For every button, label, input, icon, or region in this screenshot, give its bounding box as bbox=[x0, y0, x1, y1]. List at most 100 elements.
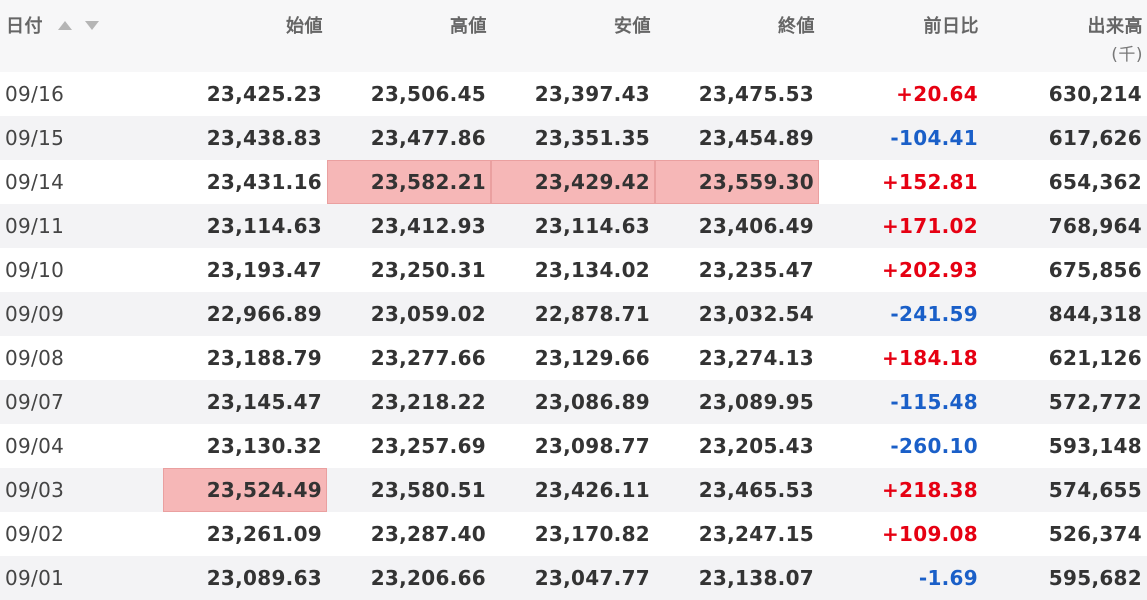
cell-high: 23,206.66 bbox=[370, 566, 486, 590]
cell-low: 23,134.02 bbox=[534, 258, 650, 282]
cell-open: 23,438.83 bbox=[206, 126, 322, 150]
cell-open: 23,524.49 bbox=[163, 468, 327, 512]
cell-close: 23,138.07 bbox=[698, 566, 814, 590]
cell-volume: 593,148 bbox=[1048, 434, 1142, 458]
cell-open: 23,188.79 bbox=[206, 346, 322, 370]
cell-date: 09/15 bbox=[5, 126, 65, 150]
table-row: 09/01 23,089.63 23,206.66 23,047.77 23,138.0… bbox=[0, 556, 1147, 600]
cell-low: 23,114.63 bbox=[534, 214, 650, 238]
cell-high: 23,059.02 bbox=[370, 302, 486, 326]
cell-date: 09/14 bbox=[5, 170, 65, 194]
cell-change: +171.02 bbox=[881, 214, 978, 238]
cell-date: 09/16 bbox=[5, 82, 65, 106]
sort-ascending-icon[interactable] bbox=[57, 21, 72, 30]
cell-change: +109.08 bbox=[881, 522, 978, 546]
table-row: 09/02 23,261.09 23,287.40 23,170.82 23,247.1… bbox=[0, 512, 1147, 556]
cell-date: 09/04 bbox=[5, 434, 65, 458]
cell-change: +218.38 bbox=[881, 478, 978, 502]
table-row: 09/11 23,114.63 23,412.93 23,114.63 23,406.4… bbox=[0, 204, 1147, 248]
table-row: 09/08 23,188.79 23,277.66 23,129.66 23,274.1… bbox=[0, 336, 1147, 380]
cell-close: 23,089.95 bbox=[698, 390, 814, 414]
cell-high: 23,257.69 bbox=[370, 434, 486, 458]
cell-low: 23,129.66 bbox=[534, 346, 650, 370]
cell-high: 23,277.66 bbox=[370, 346, 486, 370]
cell-change: -241.59 bbox=[890, 302, 978, 326]
cell-high: 23,287.40 bbox=[370, 522, 486, 546]
cell-open: 22,966.89 bbox=[206, 302, 322, 326]
cell-date: 09/03 bbox=[5, 478, 65, 502]
header-close: 終値 bbox=[778, 16, 815, 37]
cell-change: +152.81 bbox=[881, 170, 978, 194]
cell-low: 23,397.43 bbox=[534, 82, 650, 106]
cell-change: +184.18 bbox=[881, 346, 978, 370]
cell-date: 09/09 bbox=[5, 302, 65, 326]
cell-volume: 654,362 bbox=[1048, 170, 1142, 194]
cell-low: 23,047.77 bbox=[534, 566, 650, 590]
header-high: 高値 bbox=[450, 16, 487, 37]
cell-high: 23,582.21 bbox=[327, 160, 491, 204]
cell-open: 23,145.47 bbox=[206, 390, 322, 414]
cell-close: 23,032.54 bbox=[698, 302, 814, 326]
table-row: 09/14 23,431.16 23,582.21 23,429.42 23,559.3… bbox=[0, 160, 1147, 204]
cell-low: 23,170.82 bbox=[534, 522, 650, 546]
cell-volume: 630,214 bbox=[1048, 82, 1142, 106]
cell-open: 23,130.32 bbox=[206, 434, 322, 458]
cell-high: 23,506.45 bbox=[370, 82, 486, 106]
cell-low: 23,426.11 bbox=[534, 478, 650, 502]
cell-date: 09/07 bbox=[5, 390, 65, 414]
cell-low: 23,098.77 bbox=[534, 434, 650, 458]
cell-open: 23,431.16 bbox=[206, 170, 322, 194]
table-row: 09/15 23,438.83 23,477.86 23,351.35 23,454.8… bbox=[0, 116, 1147, 160]
cell-change: -1.69 bbox=[918, 566, 978, 590]
cell-close: 23,205.43 bbox=[698, 434, 814, 458]
cell-volume: 572,772 bbox=[1048, 390, 1142, 414]
cell-date: 09/11 bbox=[5, 214, 65, 238]
cell-open: 23,089.63 bbox=[206, 566, 322, 590]
table-row: 09/16 23,425.23 23,506.45 23,397.43 23,475.5… bbox=[0, 72, 1147, 116]
cell-low: 23,086.89 bbox=[534, 390, 650, 414]
cell-date: 09/08 bbox=[5, 346, 65, 370]
cell-volume: 768,964 bbox=[1048, 214, 1142, 238]
cell-change: -260.10 bbox=[890, 434, 978, 458]
header-date-label: 日付 bbox=[6, 16, 43, 37]
cell-open: 23,114.63 bbox=[206, 214, 322, 238]
header-change: 前日比 bbox=[923, 16, 979, 37]
header-volume-unit: (千) bbox=[1111, 45, 1143, 65]
header-date[interactable]: 日付 bbox=[0, 0, 163, 72]
cell-volume: 675,856 bbox=[1048, 258, 1142, 282]
cell-close: 23,406.49 bbox=[698, 214, 814, 238]
cell-date: 09/10 bbox=[5, 258, 65, 282]
cell-volume: 595,682 bbox=[1048, 566, 1142, 590]
table-row: 09/07 23,145.47 23,218.22 23,086.89 23,089.9… bbox=[0, 380, 1147, 424]
cell-date: 09/02 bbox=[5, 522, 65, 546]
price-history-table: 日付 始値 高値 安値 終値 前日比 出来高 (千) 09/16 23,425.2… bbox=[0, 0, 1147, 600]
cell-close: 23,559.30 bbox=[655, 160, 819, 204]
cell-high: 23,412.93 bbox=[370, 214, 486, 238]
table-body: 09/16 23,425.23 23,506.45 23,397.43 23,475.5… bbox=[0, 72, 1147, 600]
table-header: 日付 始値 高値 安値 終値 前日比 出来高 (千) bbox=[0, 0, 1147, 72]
header-volume: 出来高 (千) bbox=[983, 0, 1147, 72]
cell-low: 22,878.71 bbox=[534, 302, 650, 326]
cell-change: +20.64 bbox=[896, 82, 978, 106]
cell-change: -104.41 bbox=[890, 126, 978, 150]
sort-descending-icon[interactable] bbox=[84, 21, 99, 30]
header-low: 安値 bbox=[614, 16, 651, 37]
table-row: 09/09 22,966.89 23,059.02 22,878.71 23,032.5… bbox=[0, 292, 1147, 336]
header-row: 日付 始値 高値 安値 終値 前日比 出来高 (千) bbox=[0, 0, 1147, 72]
cell-change: -115.48 bbox=[890, 390, 978, 414]
cell-low: 23,351.35 bbox=[534, 126, 650, 150]
cell-close: 23,454.89 bbox=[698, 126, 814, 150]
cell-close: 23,235.47 bbox=[698, 258, 814, 282]
cell-volume: 526,374 bbox=[1048, 522, 1142, 546]
cell-volume: 844,318 bbox=[1048, 302, 1142, 326]
header-open: 始値 bbox=[286, 16, 323, 37]
cell-volume: 617,626 bbox=[1048, 126, 1142, 150]
cell-volume: 574,655 bbox=[1048, 478, 1142, 502]
cell-high: 23,250.31 bbox=[370, 258, 486, 282]
cell-close: 23,247.15 bbox=[698, 522, 814, 546]
cell-close: 23,475.53 bbox=[698, 82, 814, 106]
table-row: 09/10 23,193.47 23,250.31 23,134.02 23,235.4… bbox=[0, 248, 1147, 292]
cell-open: 23,193.47 bbox=[206, 258, 322, 282]
cell-open: 23,425.23 bbox=[206, 82, 322, 106]
sort-controls[interactable] bbox=[57, 14, 105, 35]
